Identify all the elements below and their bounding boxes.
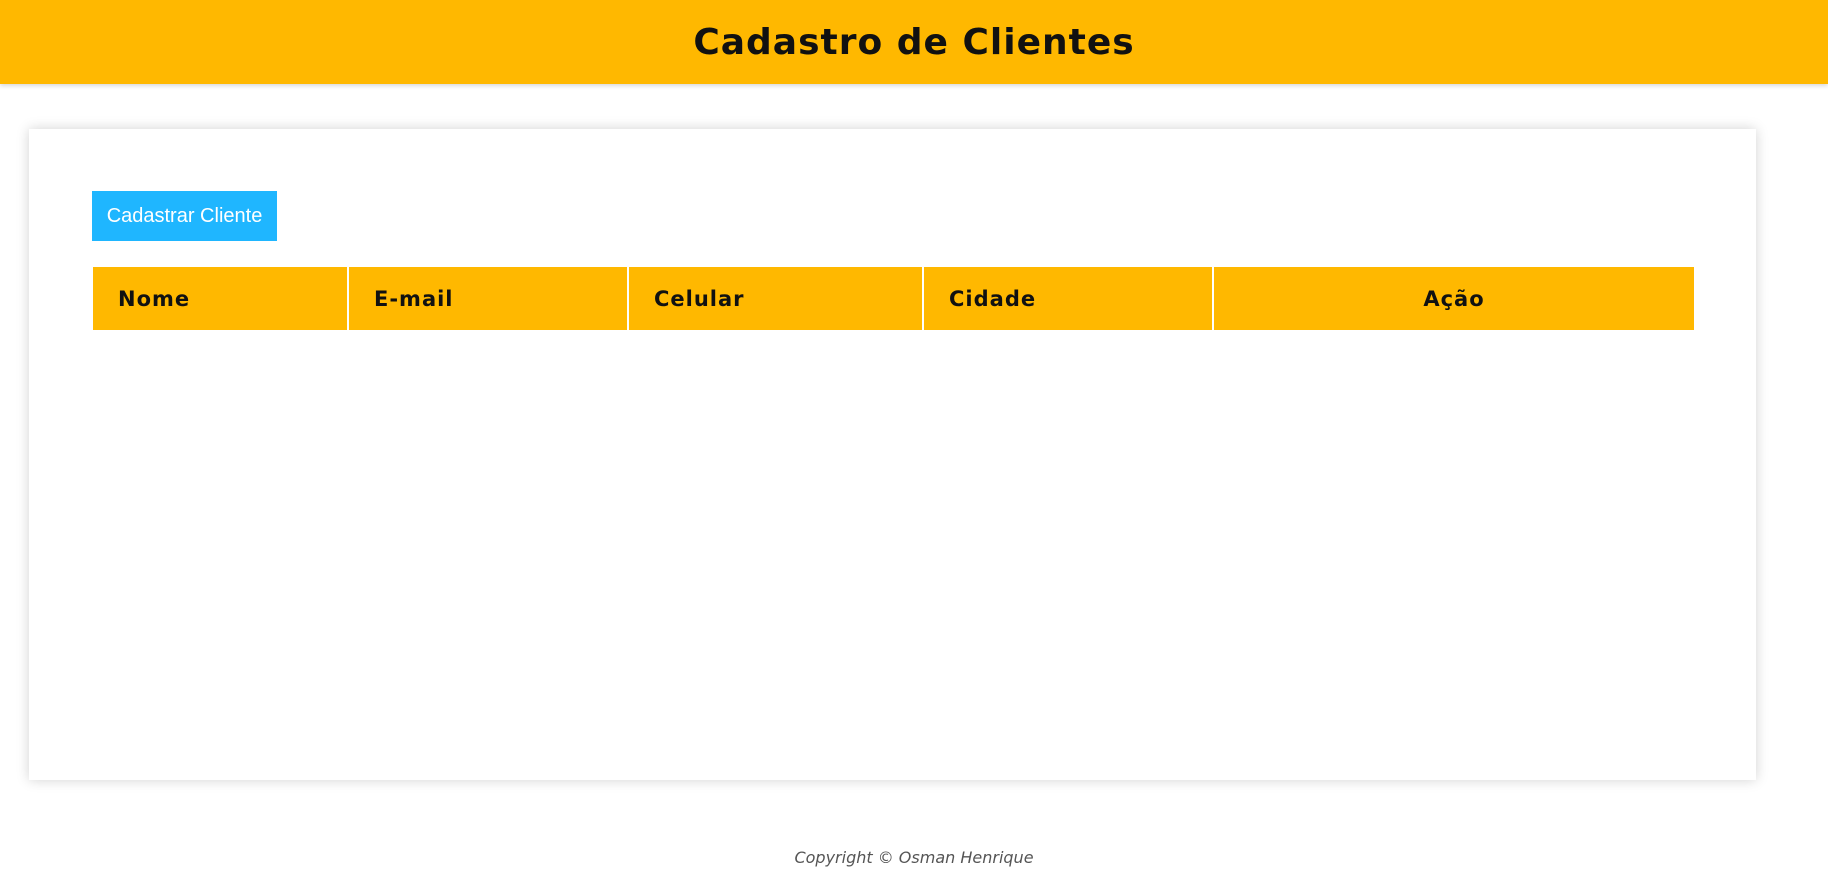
column-header-cidade: Cidade [922, 267, 1213, 330]
add-client-button[interactable]: Cadastrar Cliente [92, 191, 277, 241]
page-footer: Copyright © Osman Henrique [0, 848, 1828, 867]
main-card: Cadastrar Cliente Nome E-mail Celular Ci… [29, 129, 1756, 780]
column-header-email: E-mail [347, 267, 628, 330]
table-header: Nome E-mail Celular Cidade Ação [93, 267, 1694, 330]
column-header-acao: Ação [1212, 267, 1694, 330]
column-header-celular: Celular [627, 267, 923, 330]
clients-table: Nome E-mail Celular Cidade Ação [93, 267, 1694, 330]
page-title: Cadastro de Clientes [693, 21, 1135, 63]
copyright-text: Copyright © Osman Henrique [794, 848, 1034, 867]
page-header: Cadastro de Clientes [0, 0, 1828, 84]
table-header-row: Nome E-mail Celular Cidade Ação [93, 267, 1694, 330]
column-header-nome: Nome [93, 267, 348, 330]
